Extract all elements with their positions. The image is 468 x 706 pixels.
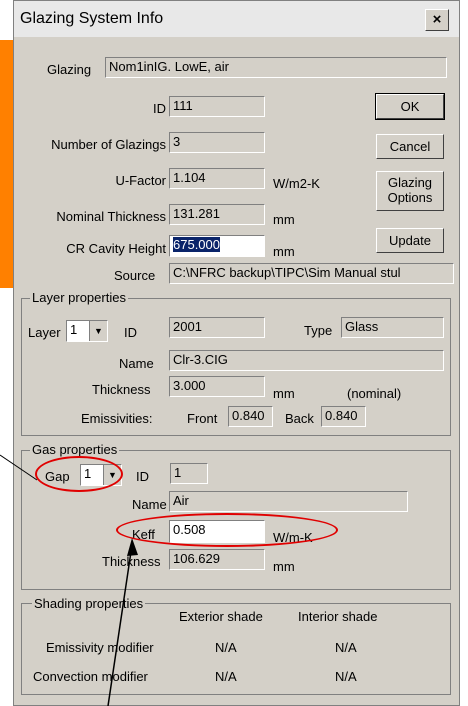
arrow-head-icon [127,538,138,556]
pointer-line-left [0,454,38,481]
arrow-line [107,544,133,706]
annotation-lines [0,454,138,706]
